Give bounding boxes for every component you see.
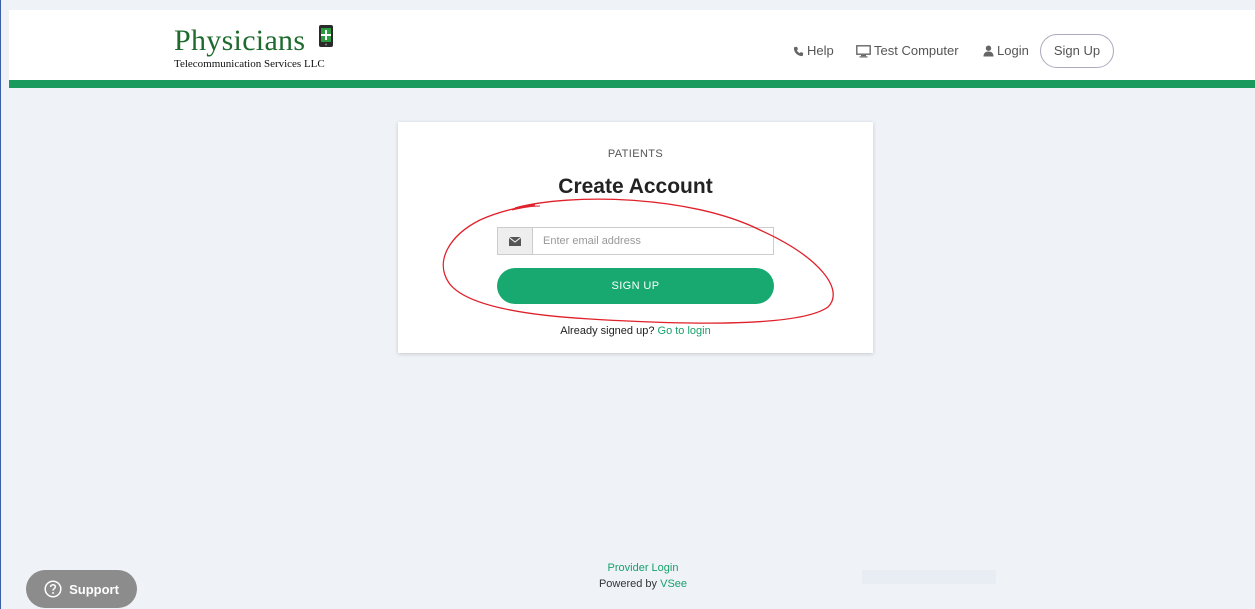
- support-label: Support: [69, 581, 119, 597]
- brand-subtitle: Telecommunication Services LLC: [174, 58, 325, 70]
- provider-login-link[interactable]: Provider Login: [608, 562, 679, 574]
- faded-overlay-box: [862, 570, 996, 584]
- nav-help-label: Help: [807, 43, 834, 58]
- sign-up-button[interactable]: SIGN UP: [497, 268, 774, 304]
- nav-test-computer-label: Test Computer: [874, 43, 959, 58]
- go-to-login-link[interactable]: Go to login: [658, 325, 711, 337]
- envelope-icon: [509, 236, 521, 246]
- already-text: Already signed up?: [560, 325, 655, 337]
- vsee-link[interactable]: VSee: [660, 578, 687, 590]
- window-edge: [0, 0, 1, 609]
- create-account-card: PATIENTS Create Account SIGN UP Already …: [398, 122, 873, 353]
- email-field[interactable]: [533, 228, 773, 254]
- monitor-icon: [856, 44, 871, 57]
- nav-login-label: Login: [997, 43, 1029, 58]
- user-icon: [983, 45, 994, 57]
- card-title: Create Account: [558, 175, 713, 198]
- already-signed-up: Already signed up? Go to login: [398, 325, 873, 337]
- nav-sign-up-button[interactable]: Sign Up: [1040, 34, 1114, 68]
- header-accent-bar: [9, 80, 1255, 88]
- brand-title: Physicians: [174, 24, 306, 57]
- email-input-group: [497, 227, 774, 255]
- page-footer: Provider Login Powered by VSee: [543, 560, 743, 592]
- phone-icon: [793, 46, 804, 56]
- powered-by-text: Powered by: [598, 578, 658, 590]
- nav-test-computer[interactable]: Test Computer: [856, 34, 959, 68]
- email-addon: [498, 228, 533, 254]
- support-button[interactable]: Support: [26, 570, 137, 608]
- help-circle-icon: [44, 580, 62, 598]
- nav-login[interactable]: Login: [983, 34, 1029, 68]
- page: Physicians Telecommunication Services LL…: [0, 0, 1255, 609]
- card-eyebrow: PATIENTS: [607, 148, 664, 160]
- nav-help[interactable]: Help: [793, 34, 834, 68]
- phone-plus-icon: [319, 25, 333, 47]
